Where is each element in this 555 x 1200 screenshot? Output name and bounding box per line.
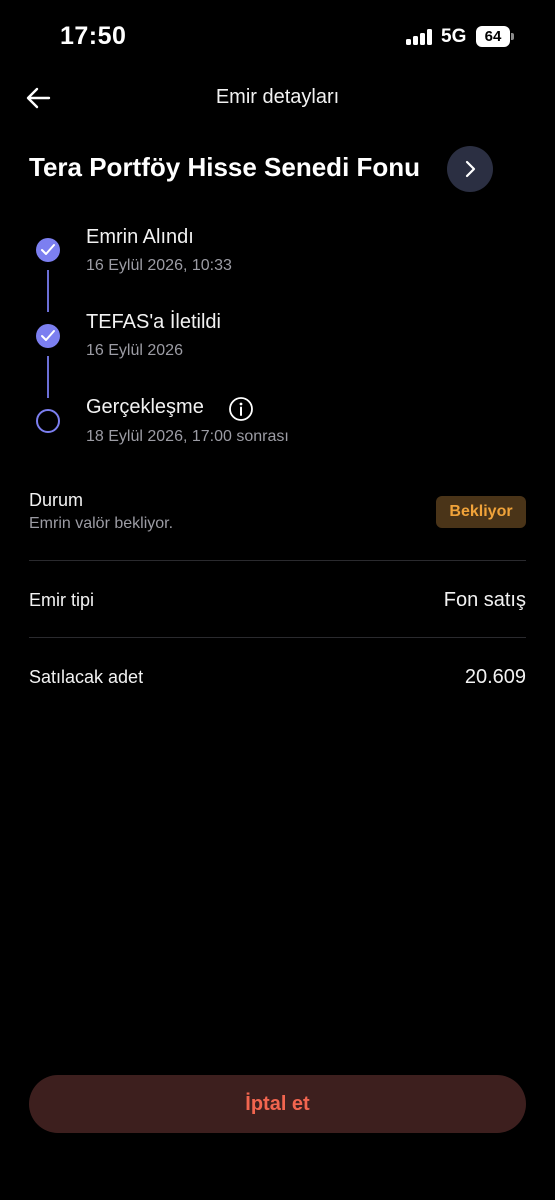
page-title: Emir detayları <box>215 86 340 108</box>
status-badge: Bekliyor <box>436 496 526 528</box>
status-time: 17:50 <box>60 22 127 50</box>
battery-level: 64 <box>476 26 510 47</box>
fund-name: Tera Portföy Hisse Senedi Fonu <box>29 152 421 182</box>
order-type-label: Emir tipi <box>29 590 95 610</box>
divider <box>29 637 526 638</box>
step-title: TEFAS'a İletildi <box>86 311 221 333</box>
fund-detail-button[interactable] <box>447 146 493 192</box>
status-label: Durum <box>29 490 84 510</box>
info-icon[interactable] <box>228 396 254 422</box>
step-date: 16 Eylül 2026 <box>86 342 183 359</box>
timeline-connector <box>47 356 49 398</box>
step-done-indicator <box>36 324 60 348</box>
check-icon <box>41 330 55 341</box>
step-title: Emrin Alındı <box>86 226 194 248</box>
chevron-right-icon <box>465 160 476 178</box>
cancel-order-button[interactable]: İptal et <box>29 1075 526 1133</box>
check-icon <box>41 244 55 255</box>
step-date: 18 Eylül 2026, 17:00 sonrası <box>86 428 289 445</box>
status-bar: 17:50 5G 64 <box>0 0 555 70</box>
divider <box>29 560 526 561</box>
step-title: Gerçekleşme <box>86 396 204 418</box>
battery-icon: 64 <box>476 26 514 47</box>
step-pending-indicator <box>36 409 60 433</box>
quantity-label: Satılacak adet <box>29 667 144 687</box>
order-type-value: Fon satış <box>443 589 526 611</box>
timeline-connector <box>47 270 49 312</box>
step-date: 16 Eylül 2026, 10:33 <box>86 257 232 274</box>
step-done-indicator <box>36 238 60 262</box>
network-type: 5G <box>441 26 467 47</box>
quantity-value: 20.609 <box>464 666 526 688</box>
status-description: Emrin valör bekliyor. <box>29 515 174 532</box>
signal-icon <box>406 29 434 45</box>
